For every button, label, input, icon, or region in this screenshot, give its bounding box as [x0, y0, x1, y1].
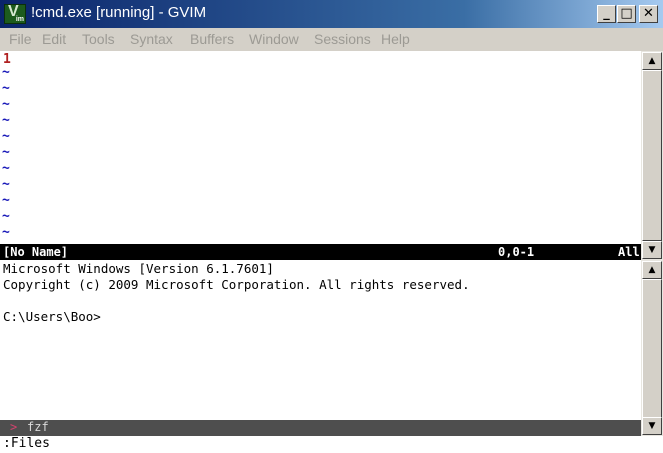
menu-file[interactable]: File	[9, 31, 32, 47]
menu-help[interactable]: Help	[381, 31, 410, 47]
arrow-down-icon: ▼	[648, 245, 656, 255]
arrow-down-icon: ▼	[648, 421, 656, 431]
menu-bar: File Edit Tools Syntax Buffers Window Se…	[0, 28, 663, 50]
empty-line-marker: ~	[2, 161, 10, 176]
empty-line-marker: ~	[2, 177, 10, 192]
empty-line-marker: ~	[2, 129, 10, 144]
scroll-indicator: All	[618, 245, 640, 259]
terminal-pane[interactable]: Microsoft Windows [Version 6.1.7601] Cop…	[0, 260, 641, 420]
editor-pane[interactable]: 1 ~ ~ ~ ~ ~ ~ ~ ~ ~ ~ ~	[0, 51, 641, 244]
minimize-icon: _	[603, 6, 610, 21]
empty-line-marker: ~	[2, 113, 10, 128]
empty-line-marker: ~	[2, 65, 10, 80]
maximize-icon: □	[620, 6, 633, 21]
scroll-up-button[interactable]: ▲	[642, 261, 662, 279]
scroll-up-button[interactable]: ▲	[642, 52, 662, 70]
vim-icon[interactable]: Vim	[4, 3, 26, 24]
empty-line-marker: ~	[2, 193, 10, 208]
command-line[interactable]: :Files	[0, 436, 663, 453]
minimize-button[interactable]: _	[597, 5, 616, 23]
scroll-thumb[interactable]	[642, 70, 662, 241]
fzf-label: fzf	[27, 420, 49, 434]
fzf-prompt-icon: >	[10, 420, 18, 434]
scroll-thumb[interactable]	[642, 279, 662, 418]
window-title: !cmd.exe [running] - GVIM	[31, 4, 207, 21]
status-line: [No Name] 0,0-1 All	[0, 244, 641, 260]
scroll-down-button[interactable]: ▼	[642, 417, 662, 435]
buffer-name: [No Name]	[3, 245, 69, 259]
empty-line-marker: ~	[2, 97, 10, 112]
empty-line-marker: ~	[2, 225, 10, 240]
arrow-up-icon: ▲	[648, 265, 656, 275]
terminal-line: Copyright (c) 2009 Microsoft Corporation…	[3, 277, 470, 292]
arrow-up-icon: ▲	[648, 56, 656, 66]
menu-window[interactable]: Window	[249, 31, 299, 47]
fzf-status-bar: > fzf	[0, 420, 641, 436]
menu-syntax[interactable]: Syntax	[130, 31, 173, 47]
menu-buffers[interactable]: Buffers	[190, 31, 234, 47]
close-button[interactable]: ✕	[639, 5, 658, 23]
empty-line-marker: ~	[2, 81, 10, 96]
scroll-down-button[interactable]: ▼	[642, 241, 662, 259]
terminal-scrollbar[interactable]: ▲ ▼	[641, 260, 663, 436]
empty-line-marker: ~	[2, 209, 10, 224]
menu-tools[interactable]: Tools	[82, 31, 115, 47]
terminal-prompt: C:\Users\Boo>	[3, 309, 101, 324]
empty-line-marker: ~	[2, 145, 10, 160]
cursor-position: 0,0-1	[498, 245, 535, 259]
menu-edit[interactable]: Edit	[42, 31, 66, 47]
maximize-button[interactable]: □	[617, 5, 636, 23]
menu-sessions[interactable]: Sessions	[314, 31, 371, 47]
title-bar[interactable]: Vim !cmd.exe [running] - GVIM _ □ ✕	[0, 0, 663, 28]
terminal-line: Microsoft Windows [Version 6.1.7601]	[3, 261, 274, 276]
close-icon: ✕	[643, 6, 654, 21]
editor-scrollbar[interactable]: ▲ ▼	[641, 51, 663, 260]
command-text: :Files	[3, 436, 50, 451]
